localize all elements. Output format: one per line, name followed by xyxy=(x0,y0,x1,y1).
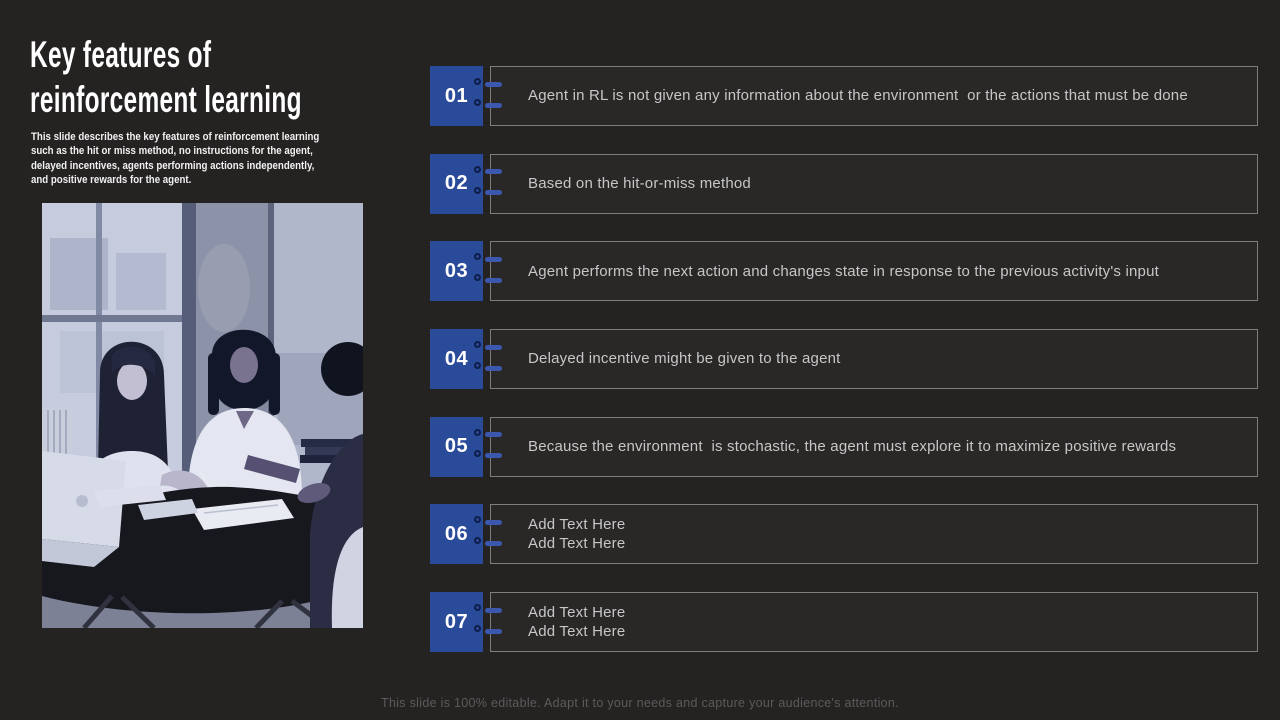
slide: { "title": { "lines": ["Key features of"… xyxy=(0,0,1280,720)
feature-text: Add Text Here xyxy=(528,603,626,621)
connector-bar-icon xyxy=(485,453,502,459)
feature-text-box[interactable]: Because the environment is stochastic, t… xyxy=(490,416,1258,477)
slide-description-line: and positive rewards for the agent. xyxy=(31,174,192,187)
connector-bar-icon xyxy=(485,344,502,350)
feature-text-box[interactable]: Agent in RL is not given any information… xyxy=(490,66,1258,126)
feature-row: 03 Agent performs the next action and ch… xyxy=(430,241,1258,302)
feature-number: 03 xyxy=(444,259,469,282)
page-title-line: reinforcement learning xyxy=(30,79,302,120)
feature-text-box[interactable]: Delayed incentive might be given to the … xyxy=(490,329,1258,390)
photo xyxy=(42,203,363,628)
connector-bar-icon xyxy=(485,540,502,546)
feature-number: 07 xyxy=(444,610,469,633)
connector-bar-icon xyxy=(485,102,502,108)
photo-illustration xyxy=(42,203,363,628)
feature-row: 06 Add Text Here Add Text Here xyxy=(430,504,1258,565)
connector-bar-icon xyxy=(485,628,502,634)
connector-bar-icon xyxy=(485,81,502,87)
feature-number-badge: 06 xyxy=(430,504,483,565)
feature-text: Add Text Here xyxy=(528,515,626,533)
feature-row: 07 Add Text Here Add Text Here xyxy=(430,592,1258,653)
page-title: Key features of reinforcement learning xyxy=(30,32,302,122)
connector-ring-icon xyxy=(474,449,481,457)
feature-text: Delayed incentive might be given to the … xyxy=(528,350,841,368)
feature-number: 06 xyxy=(444,522,469,545)
connector-bar-icon xyxy=(485,190,502,196)
feature-text-box[interactable]: Based on the hit-or-miss method xyxy=(490,153,1258,214)
feature-number: 01 xyxy=(444,84,469,107)
slide-description: This slide describes the key features of… xyxy=(31,130,319,188)
connector-bar-icon xyxy=(485,365,502,371)
feature-number-badge: 07 xyxy=(430,592,483,653)
connector-bar-icon xyxy=(485,432,502,438)
page-title-line: Key features of xyxy=(30,34,212,75)
feature-text: Because the environment is stochastic, t… xyxy=(528,438,1177,455)
connector-bar-icon xyxy=(485,256,502,262)
slide-description-line: This slide describes the key features of… xyxy=(31,131,320,143)
feature-text: Add Text Here xyxy=(528,535,626,553)
connector-ring-icon xyxy=(474,99,481,106)
feature-number: 04 xyxy=(444,347,469,370)
connector-bar-icon xyxy=(485,607,502,613)
feature-number-badge: 02 xyxy=(430,153,483,214)
connector-ring-icon xyxy=(474,428,481,436)
footer-note: This slide is 100% editable. Adapt it to… xyxy=(381,696,899,710)
slide-description-line: such as the hit or miss method, no instr… xyxy=(31,145,313,158)
feature-number: 02 xyxy=(444,172,469,195)
feature-row: 01 Agent in RL is not given any informat… xyxy=(430,66,1258,126)
connector-bar-icon xyxy=(485,169,502,175)
connector-bar-icon xyxy=(485,277,502,283)
feature-text: Agent in RL is not given any information… xyxy=(528,87,1188,105)
connector-ring-icon xyxy=(474,78,481,85)
connector-ring-icon xyxy=(474,165,481,173)
features-list: 01 Agent in RL is not given any informat… xyxy=(430,66,1258,680)
feature-row: 02 Based on the hit-or-miss method xyxy=(430,153,1258,214)
feature-number-badge: 05 xyxy=(430,416,483,477)
feature-text-box[interactable]: Agent performs the next action and chang… xyxy=(490,241,1258,302)
connector-ring-icon xyxy=(474,341,481,349)
feature-number-badge: 03 xyxy=(430,241,483,302)
feature-text: Based on the hit-or-miss method xyxy=(528,174,751,192)
feature-text: Agent performs the next action and chang… xyxy=(528,262,1159,280)
feature-number: 05 xyxy=(444,435,469,458)
connector-ring-icon xyxy=(474,186,481,194)
feature-text: Add Text Here xyxy=(528,623,626,641)
connector-bar-icon xyxy=(485,519,502,525)
feature-number-badge: 04 xyxy=(430,329,483,390)
connector-ring-icon xyxy=(474,362,481,370)
feature-text-box[interactable]: Add Text Here Add Text Here xyxy=(490,504,1258,565)
feature-number-badge: 01 xyxy=(430,66,483,126)
feature-row: 05 Because the environment is stochastic… xyxy=(430,416,1258,477)
feature-row: 04 Delayed incentive might be given to t… xyxy=(430,329,1258,390)
slide-description-line: delayed incentives, agents performing ac… xyxy=(31,159,315,172)
feature-text-box[interactable]: Add Text Here Add Text Here xyxy=(490,592,1258,653)
